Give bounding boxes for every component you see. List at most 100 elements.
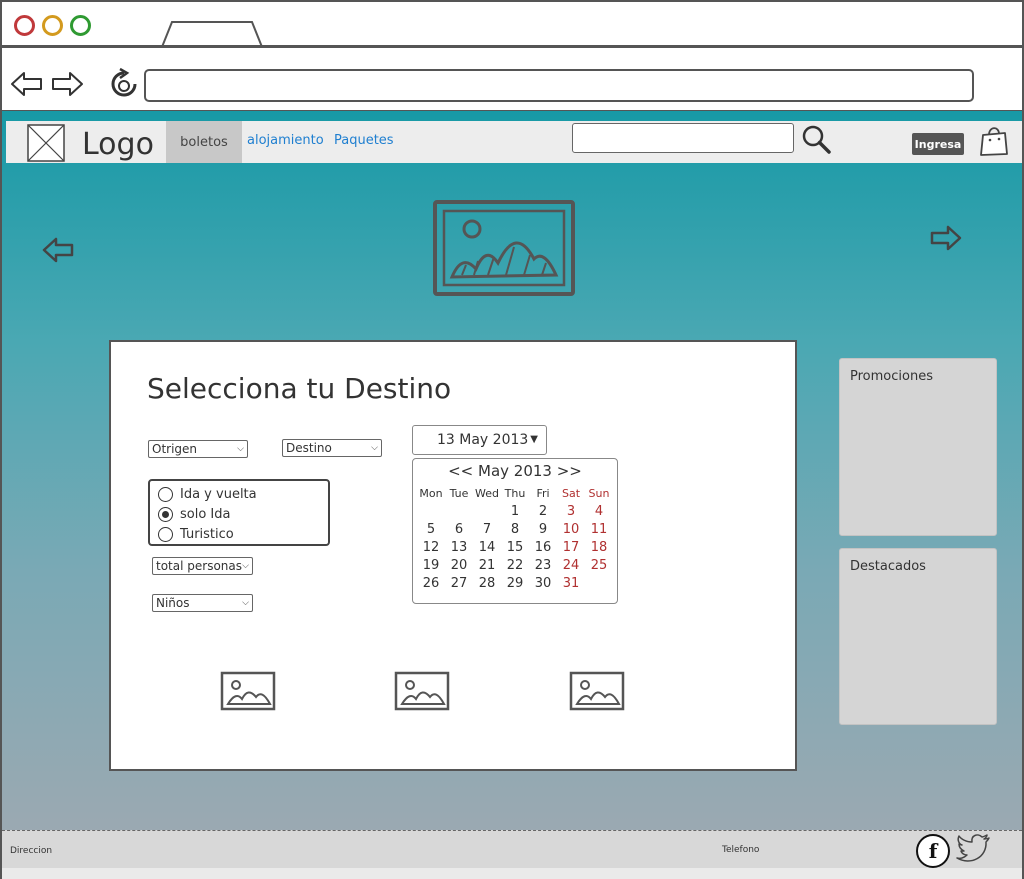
calendar-day[interactable]: 25 <box>585 557 613 575</box>
featured-title: Destacados <box>850 559 926 574</box>
radio-label: Ida y vuelta <box>180 486 257 502</box>
calendar-day[interactable]: 28 <box>473 575 501 593</box>
calendar-day[interactable]: 12 <box>417 539 445 557</box>
calendar-blank-cell <box>445 503 473 521</box>
trip-type-radio-group: Ida y vuelta solo Ida Turistico <box>148 479 330 546</box>
hero-image-placeholder <box>433 200 575 296</box>
persons-select[interactable]: total personas ⌵ <box>152 557 253 575</box>
persons-select-value: total personas <box>156 559 242 573</box>
calendar-weekday-header: Sat <box>561 487 581 500</box>
calendar-day[interactable]: 14 <box>473 539 501 557</box>
login-button[interactable]: Ingresa <box>912 133 964 155</box>
calendar-day[interactable]: 18 <box>585 539 613 557</box>
radio-turistico[interactable]: Turistico <box>158 525 234 543</box>
facebook-icon[interactable]: f <box>916 834 950 868</box>
reload-icon[interactable] <box>108 66 140 102</box>
featured-panel[interactable]: Destacados <box>839 548 997 725</box>
logo-text[interactable]: Logo <box>82 127 154 162</box>
destination-select-value: Destino <box>286 441 332 455</box>
radio-solo-ida[interactable]: solo Ida <box>158 505 230 523</box>
calendar-weekday-header: Sun <box>588 487 610 500</box>
calendar: << May 2013 >> Mon Tue Wed Thu Fri Sat Sun 1 2 3 4… <box>412 458 618 604</box>
back-arrow-icon[interactable] <box>10 66 44 102</box>
calendar-day[interactable]: 3 <box>557 503 585 521</box>
nav-link-alojamiento[interactable]: alojamiento <box>247 133 324 148</box>
radio-button-selected[interactable] <box>158 506 173 522</box>
destination-select[interactable]: Destino ⌵ <box>282 439 382 457</box>
search-icon[interactable] <box>800 123 832 155</box>
calendar-day[interactable]: 31 <box>557 575 585 593</box>
origin-select-value: Otrigen <box>152 442 198 456</box>
thumbnail-image-1[interactable] <box>220 671 276 711</box>
calendar-weekday-header: Thu <box>504 487 526 500</box>
calendar-grid: Mon Tue Wed Thu Fri Sat Sun 1 2 3 4 5 6 7 8 9 10 11 12 13 14… <box>417 485 615 593</box>
radio-label: Turistico <box>180 526 234 542</box>
date-picker-field[interactable]: 13 May 2013 ▼ <box>412 425 547 455</box>
calendar-day[interactable]: 8 <box>501 521 529 539</box>
chevron-down-icon: ⌵ <box>237 444 244 454</box>
page-body: Logo boletos alojamiento Paquetes Ingres… <box>0 111 1024 879</box>
chevron-down-icon: ⌵ <box>242 561 249 571</box>
calendar-day[interactable]: 10 <box>557 521 585 539</box>
radio-button[interactable] <box>158 526 173 542</box>
origin-select[interactable]: Otrigen ⌵ <box>148 440 248 458</box>
caret-down-icon: ▼ <box>530 434 538 445</box>
shopping-bag-icon[interactable] <box>978 123 1010 157</box>
calendar-day[interactable]: 4 <box>585 503 613 521</box>
calendar-day[interactable]: 20 <box>445 557 473 575</box>
calendar-day[interactable]: 6 <box>445 521 473 539</box>
booking-panel: Selecciona tu Destino Otrigen ⌵ Destino … <box>109 340 797 771</box>
calendar-day[interactable]: 30 <box>529 575 557 593</box>
calendar-day[interactable]: 13 <box>445 539 473 557</box>
calendar-weekday-header: Mon <box>419 487 443 500</box>
chevron-down-icon: ⌵ <box>242 598 249 608</box>
calendar-day[interactable]: 17 <box>557 539 585 557</box>
carousel-prev-arrow-icon[interactable] <box>42 235 74 265</box>
chevron-down-icon: ⌵ <box>371 443 378 453</box>
calendar-day[interactable]: 11 <box>585 521 613 539</box>
calendar-day[interactable]: 21 <box>473 557 501 575</box>
calendar-day[interactable]: 19 <box>417 557 445 575</box>
address-bar[interactable] <box>144 69 974 102</box>
calendar-day[interactable]: 27 <box>445 575 473 593</box>
children-select[interactable]: Niños ⌵ <box>152 594 253 612</box>
search-input[interactable] <box>572 123 794 153</box>
calendar-weekday-header: Fri <box>536 487 550 500</box>
calendar-day[interactable]: 9 <box>529 521 557 539</box>
calendar-day[interactable]: 15 <box>501 539 529 557</box>
promotions-title: Promociones <box>850 369 933 384</box>
calendar-day[interactable]: 1 <box>501 503 529 521</box>
radio-ida-y-vuelta[interactable]: Ida y vuelta <box>158 485 257 503</box>
nav-link-paquetes[interactable]: Paquetes <box>334 133 394 148</box>
browser-window-chrome <box>0 0 1024 113</box>
forward-arrow-icon[interactable] <box>50 66 84 102</box>
carousel-next-arrow-icon[interactable] <box>930 223 962 253</box>
calendar-day[interactable]: 22 <box>501 557 529 575</box>
twitter-icon[interactable] <box>956 833 992 863</box>
thumbnail-image-2[interactable] <box>394 671 450 711</box>
calendar-blank-cell <box>473 503 501 521</box>
thumbnail-image-3[interactable] <box>569 671 625 711</box>
calendar-day[interactable]: 26 <box>417 575 445 593</box>
calendar-day[interactable]: 24 <box>557 557 585 575</box>
minimize-window-button[interactable] <box>42 15 63 36</box>
calendar-day[interactable]: 16 <box>529 539 557 557</box>
calendar-day[interactable]: 23 <box>529 557 557 575</box>
maximize-window-button[interactable] <box>70 15 91 36</box>
calendar-day[interactable]: 2 <box>529 503 557 521</box>
top-navigation-bar: Logo boletos alojamiento Paquetes Ingres… <box>6 121 1022 163</box>
calendar-month-nav[interactable]: << May 2013 >> <box>413 462 617 480</box>
bottom-strip <box>2 868 1022 879</box>
footer: Direccion Telefono f <box>2 830 1022 868</box>
promotions-panel[interactable]: Promociones <box>839 358 997 536</box>
close-window-button[interactable] <box>14 15 35 36</box>
footer-address: Direccion <box>10 846 53 856</box>
calendar-blank-cell <box>417 503 445 521</box>
radio-button[interactable] <box>158 486 173 502</box>
nav-tab-boletos[interactable]: boletos <box>166 121 242 163</box>
calendar-day[interactable]: 7 <box>473 521 501 539</box>
browser-tab[interactable] <box>160 20 264 48</box>
calendar-day[interactable]: 5 <box>417 521 445 539</box>
calendar-day[interactable]: 29 <box>501 575 529 593</box>
calendar-weekday-header: Wed <box>475 487 499 500</box>
